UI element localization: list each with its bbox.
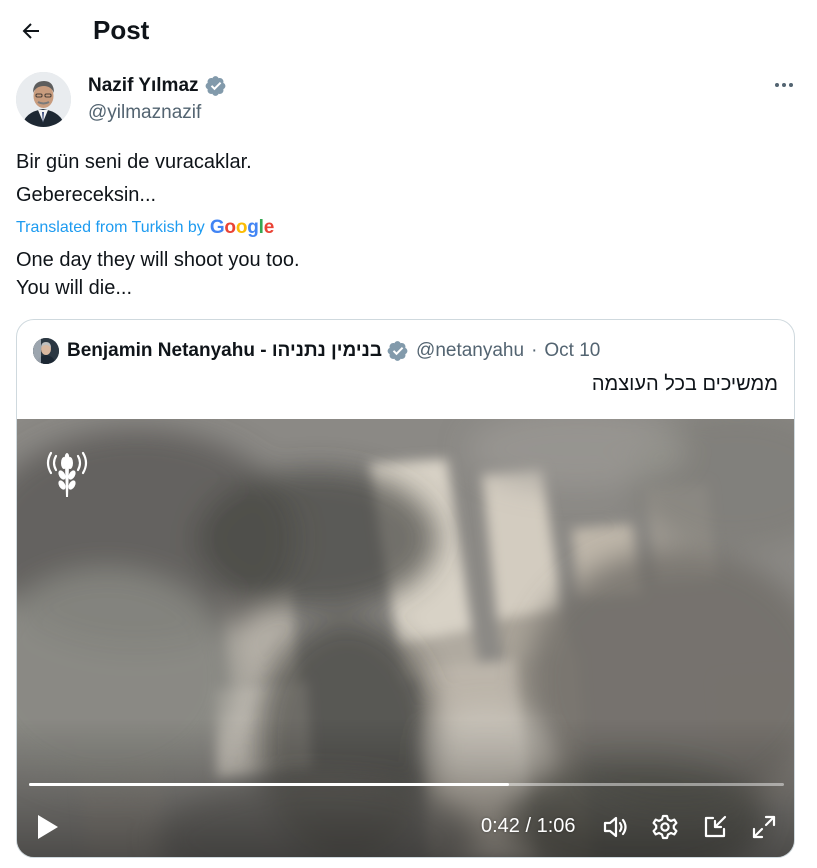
verified-badge-icon xyxy=(205,76,225,96)
more-dot-icon xyxy=(782,83,786,87)
more-dot-icon xyxy=(775,83,779,87)
volume-icon[interactable] xyxy=(601,813,629,841)
video-progress-bar[interactable] xyxy=(29,783,784,786)
video-frame xyxy=(17,419,794,857)
quoted-avatar-image xyxy=(33,338,59,364)
play-icon[interactable] xyxy=(35,813,61,841)
quoted-author-handle[interactable]: @netanyahu xyxy=(416,340,524,362)
translated-from-label: Translated from Turkish by xyxy=(16,219,205,236)
fullscreen-icon[interactable] xyxy=(750,813,778,841)
top-bar: Post xyxy=(0,0,817,60)
translated-text: One day they will shoot you too. You wil… xyxy=(16,246,796,302)
channel-logo-icon xyxy=(46,451,88,497)
picture-in-picture-icon[interactable] xyxy=(701,813,729,841)
quoted-post-date[interactable]: Oct 10 xyxy=(544,340,600,362)
quoted-author-name[interactable]: Benjamin Netanyahu - בנימין נתניהו xyxy=(67,340,382,362)
author-name-row: Nazif Yılmaz xyxy=(88,74,227,98)
video-progress-fill xyxy=(29,783,510,786)
video-duration: 1:06 xyxy=(536,815,576,837)
quoted-post[interactable]: Benjamin Netanyahu - בנימין נתניהו @neta… xyxy=(16,319,795,858)
video-player[interactable]: 0:42 / 1:06 xyxy=(17,419,794,857)
more-options-button[interactable] xyxy=(767,72,801,98)
translated-text-line: You will die... xyxy=(16,277,132,299)
post-text-line: Bir gün seni de vuracaklar. xyxy=(16,151,252,173)
quoted-avatar xyxy=(33,338,59,364)
post-text: Bir gün seni de vuracaklar. Gebereceksin… xyxy=(16,146,796,212)
page-title: Post xyxy=(93,15,150,45)
author-handle[interactable]: @yilmaznazif xyxy=(88,101,201,125)
post-author: Nazif Yılmaz @yilmaznazif xyxy=(16,72,801,128)
video-current-time: 0:42 xyxy=(481,815,520,837)
avatar-image xyxy=(16,72,71,127)
translation-attribution[interactable]: Translated from Turkish by Google xyxy=(16,214,274,242)
video-time: 0:42 / 1:06 xyxy=(481,812,576,840)
video-time-separator: / xyxy=(525,815,532,837)
google-logo: Google xyxy=(209,217,275,238)
quoted-post-text: ממשיכים בכל העוצמה xyxy=(591,373,778,395)
settings-gear-icon[interactable] xyxy=(651,813,679,841)
verified-badge-icon xyxy=(387,341,408,361)
post-text-line: Gebereceksin... xyxy=(16,184,157,206)
translated-text-line: One day they will shoot you too. xyxy=(16,249,300,271)
quoted-post-header: Benjamin Netanyahu - בנימין נתניהו @neta… xyxy=(33,338,600,364)
more-dot-icon xyxy=(789,83,793,87)
meta-separator: · xyxy=(531,340,538,361)
avatar[interactable] xyxy=(16,72,71,127)
author-name[interactable]: Nazif Yılmaz xyxy=(88,74,199,98)
arrow-left-icon xyxy=(22,23,39,39)
back-button[interactable] xyxy=(14,14,48,48)
